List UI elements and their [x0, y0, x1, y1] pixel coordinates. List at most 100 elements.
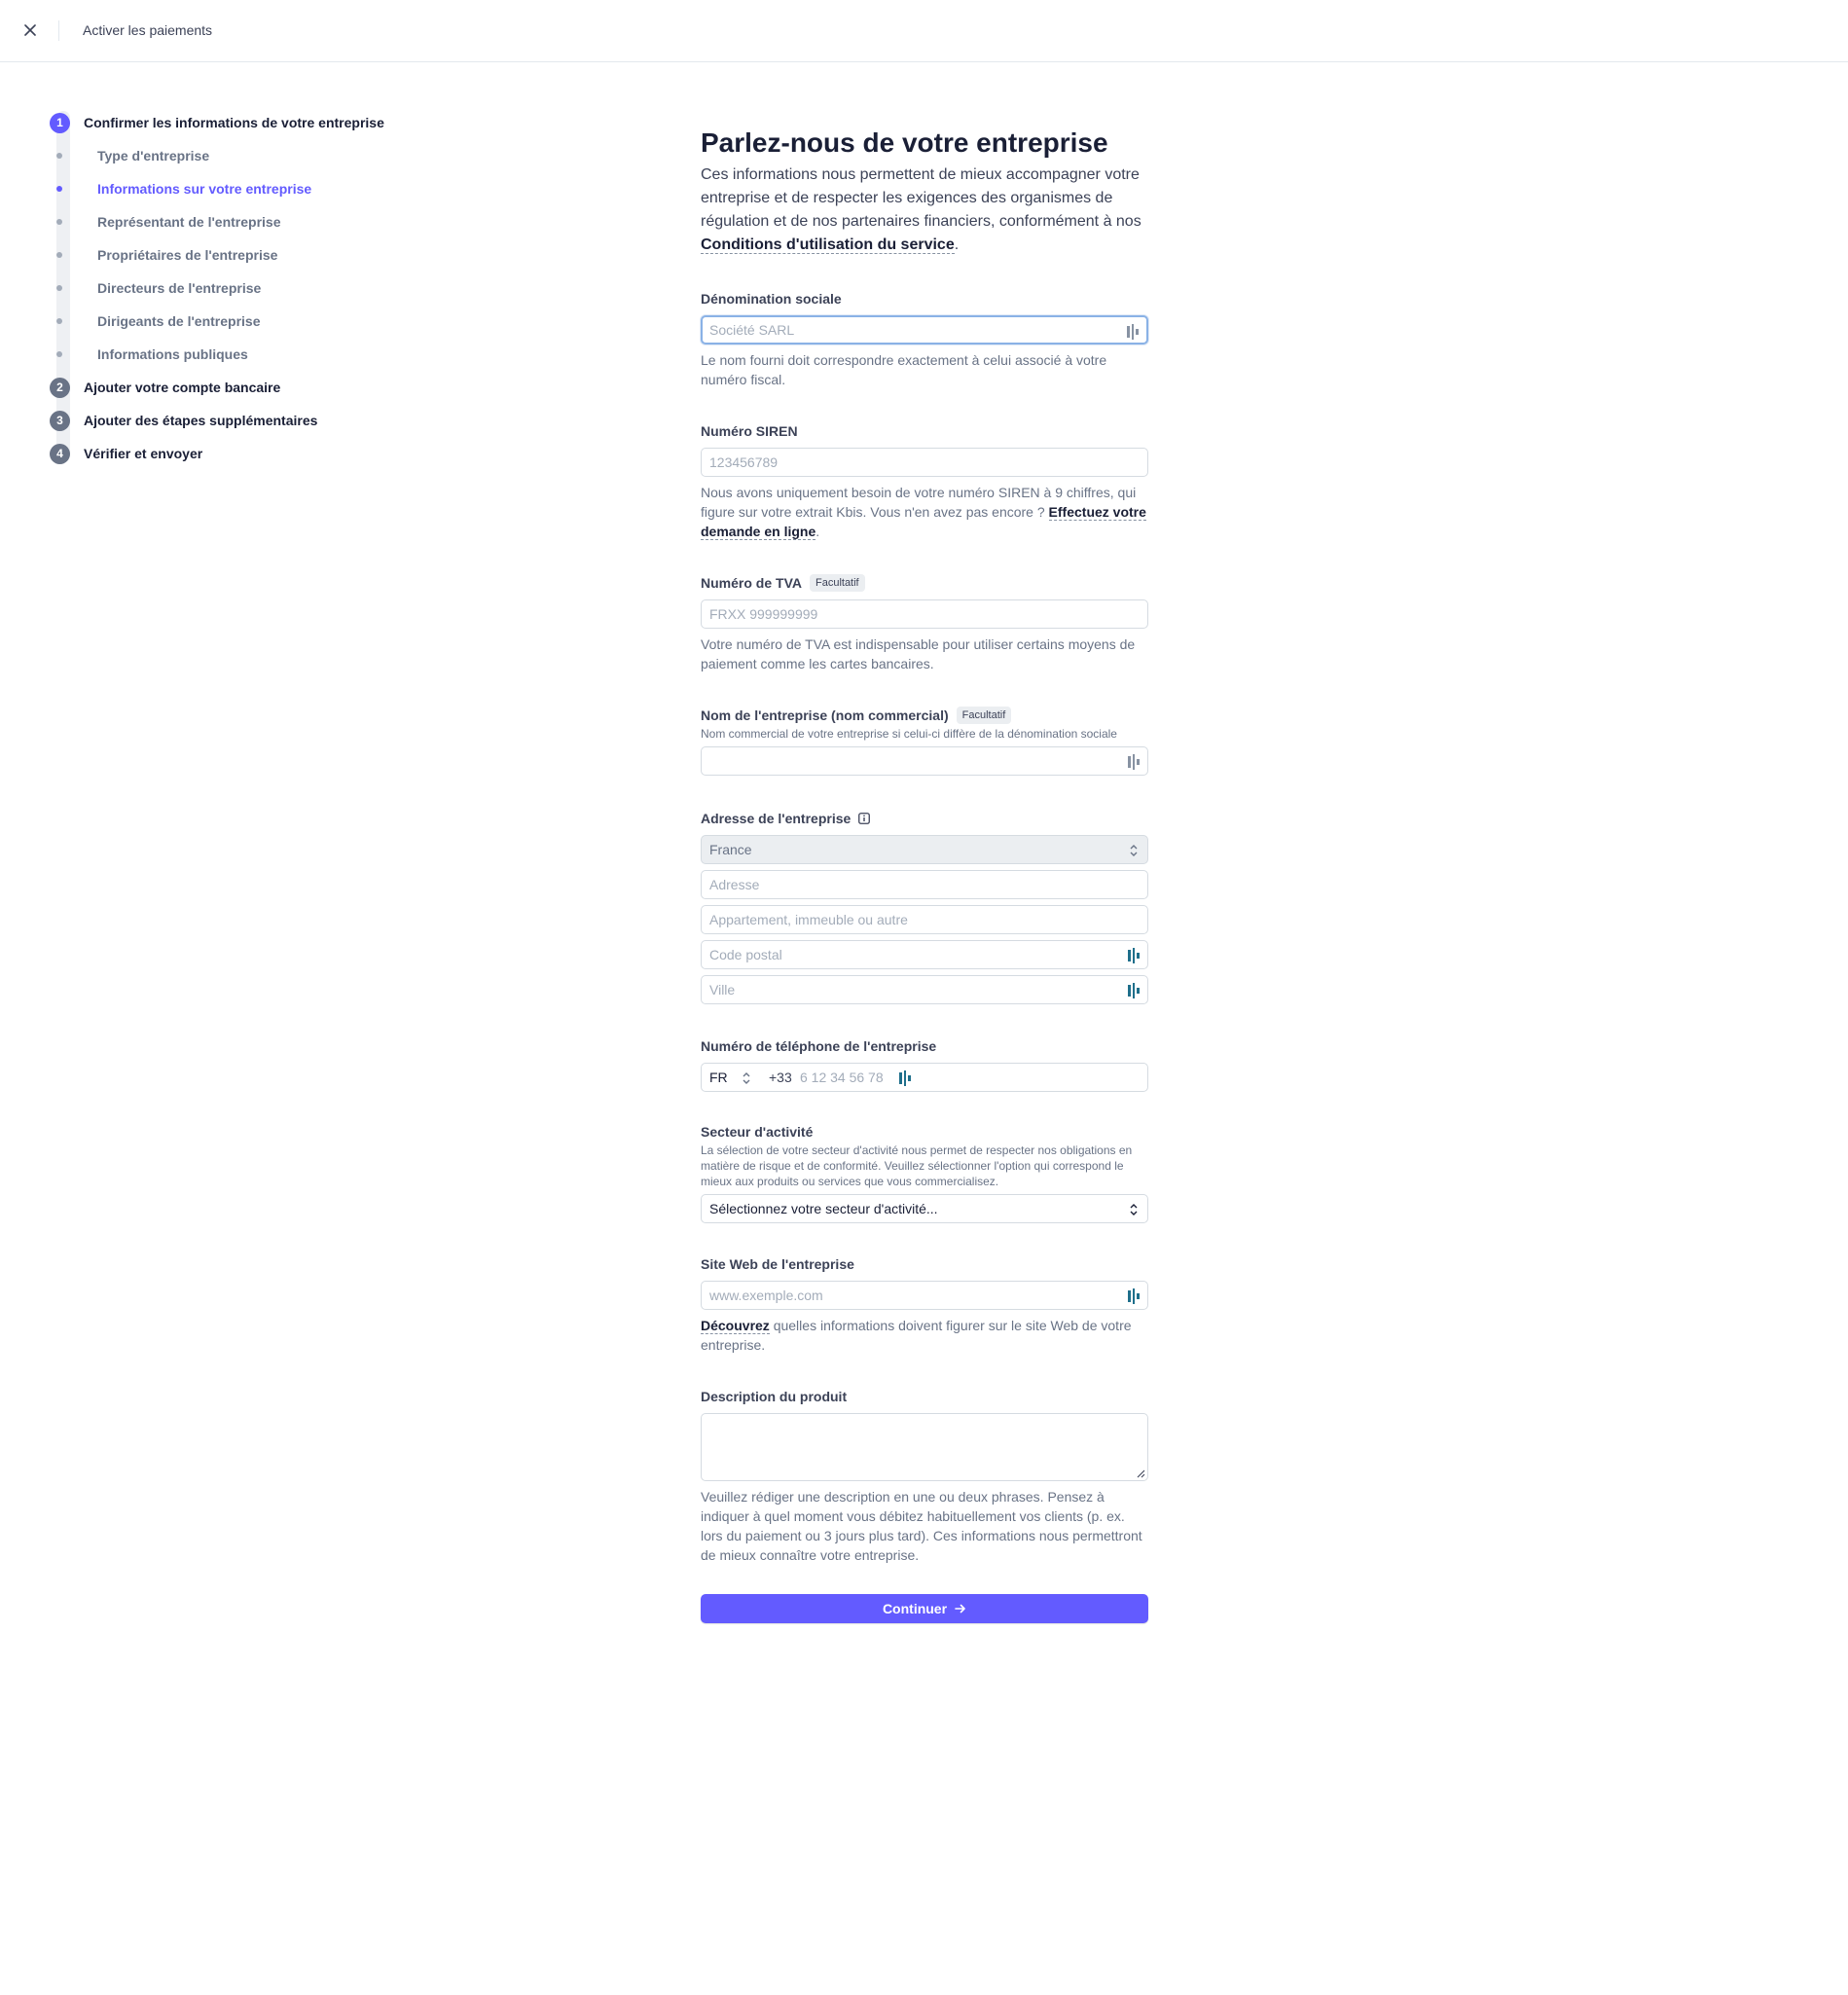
label-text: Numéro de téléphone de l'entreprise: [701, 1038, 937, 1054]
arrow-right-icon: [955, 1604, 965, 1614]
placeholder: 123456789: [709, 454, 779, 470]
siren-input[interactable]: 123456789: [701, 448, 1148, 477]
industry-sublabel: La sélection de votre secteur d'activité…: [701, 1143, 1133, 1188]
vat-help: Votre numéro de TVA est indispensable po…: [701, 636, 1136, 671]
close-icon: [24, 24, 36, 36]
siren-label: Numéro SIREN: [701, 422, 1148, 440]
step-number: 1: [50, 112, 70, 133]
legal-name-field: Dénomination sociale Société SARL Le nom…: [701, 290, 1148, 389]
placeholder: www.exemple.com: [709, 1288, 823, 1303]
page-title: Parlez-nous de votre entreprise: [701, 127, 1108, 158]
terms-link[interactable]: Conditions d'utilisation du service: [701, 236, 955, 254]
trade-name-label: Nom de l'entreprise (nom commercial) Facu…: [701, 707, 1148, 724]
legal-name-help: Le nom fourni doit correspondre exacteme…: [701, 352, 1107, 387]
substep-dot: [56, 285, 62, 291]
trade-name-input[interactable]: [701, 746, 1148, 776]
step-label: Ajouter votre compte bancaire: [84, 380, 281, 395]
website-help: Découvrez quelles informations doivent f…: [701, 1316, 1148, 1355]
info-icon[interactable]: [858, 813, 871, 824]
address-field: Adresse de l'entreprise France Adresse A…: [701, 810, 1148, 1004]
industry-value: Sélectionnez votre secteur d'activité...: [709, 1201, 938, 1216]
password-manager-icon[interactable]: [1128, 948, 1141, 963]
topbar-divider: [58, 20, 59, 41]
label-text: Numéro de TVA: [701, 575, 802, 591]
address-line2-input[interactable]: Appartement, immeuble ou autre: [701, 905, 1148, 934]
substep-label: Type d'entreprise: [97, 148, 210, 163]
substep-dot: [56, 219, 62, 225]
step-number: 4: [50, 443, 70, 464]
trade-name-sublabel: Nom commercial de votre entreprise si ce…: [701, 727, 1117, 741]
placeholder: Ville: [709, 982, 736, 998]
substep-dot: [56, 153, 62, 159]
address-label: Adresse de l'entreprise: [701, 810, 1148, 827]
siren-help: Nous avons uniquement besoin de votre nu…: [701, 483, 1148, 541]
trade-name-field: Nom de l'entreprise (nom commercial) Facu…: [701, 707, 1148, 776]
label-text: Numéro SIREN: [701, 423, 798, 439]
country-code-select[interactable]: FR: [709, 1070, 728, 1085]
address-line1-input[interactable]: Adresse: [701, 870, 1148, 899]
vat-input[interactable]: FRXX 999999999: [701, 599, 1148, 629]
step-label: Confirmer les informations de votre entr…: [84, 115, 384, 130]
placeholder: 6 12 34 56 78: [800, 1070, 884, 1085]
phone-field: Numéro de téléphone de l'entreprise FR +…: [701, 1037, 1148, 1092]
continue-button[interactable]: Continuer: [701, 1594, 1148, 1623]
optional-badge: Facultatif: [956, 707, 1012, 724]
substep-label: Représentant de l'entreprise: [97, 214, 281, 230]
placeholder: Code postal: [709, 947, 782, 962]
website-input[interactable]: www.exemple.com: [701, 1281, 1148, 1310]
close-button[interactable]: [18, 18, 43, 43]
substep-dot: [56, 318, 62, 324]
substep-label: Informations publiques: [97, 346, 248, 362]
label-text: Site Web de l'entreprise: [701, 1256, 854, 1272]
description-textarea[interactable]: [701, 1413, 1148, 1481]
help-end: .: [815, 524, 820, 539]
industry-field: Secteur d'activité La sélection de votre…: [701, 1123, 1148, 1223]
description-label: Description du produit: [701, 1388, 1148, 1405]
chevron-updown-icon: [743, 1072, 750, 1084]
label-text: Dénomination sociale: [701, 291, 842, 307]
chevron-updown-icon: [1130, 1204, 1138, 1215]
phone-input[interactable]: FR +33 6 12 34 56 78: [701, 1063, 1148, 1092]
description-help: Veuillez rédiger une description en une …: [701, 1489, 1142, 1563]
placeholder: Société SARL: [709, 322, 795, 338]
step-label: Vérifier et envoyer: [84, 446, 203, 461]
password-manager-icon[interactable]: [899, 1070, 913, 1086]
industry-select[interactable]: Sélectionnez votre secteur d'activité...: [701, 1194, 1148, 1223]
industry-label: Secteur d'activité: [701, 1123, 1148, 1141]
top-bar: Activer les paiements: [0, 0, 1848, 62]
substep-dot: [56, 351, 62, 357]
label-text: Secteur d'activité: [701, 1124, 814, 1140]
siren-field: Numéro SIREN 123456789 Nous avons unique…: [701, 422, 1148, 541]
postal-code-input[interactable]: Code postal: [701, 940, 1148, 969]
website-label: Site Web de l'entreprise: [701, 1255, 1148, 1273]
password-manager-icon[interactable]: [1128, 1288, 1141, 1304]
country-select[interactable]: France: [701, 835, 1148, 864]
intro-text: Ces informations nous permettent de mieu…: [701, 163, 1148, 257]
step-number: 2: [50, 377, 70, 398]
label-text: Nom de l'entreprise (nom commercial): [701, 707, 949, 723]
placeholder: Adresse: [709, 877, 760, 892]
substep-label: Directeurs de l'entreprise: [97, 280, 262, 296]
continue-label: Continuer: [882, 1601, 948, 1616]
chevron-updown-icon: [1130, 845, 1138, 856]
step-label: Ajouter des étapes supplémentaires: [84, 413, 318, 428]
substep-label: Propriétaires de l'entreprise: [97, 247, 278, 263]
city-input[interactable]: Ville: [701, 975, 1148, 1004]
legal-name-input[interactable]: Société SARL: [701, 315, 1148, 345]
main-form: Parlez-nous de votre entreprise Ces info…: [701, 125, 1148, 1623]
topbar-title: Activer les paiements: [83, 22, 213, 38]
description-field: Description du produit Veuillez rédiger …: [701, 1388, 1148, 1565]
intro-body: Ces informations nous permettent de mieu…: [701, 166, 1141, 230]
password-manager-icon[interactable]: [1128, 754, 1141, 770]
website-learn-link[interactable]: Découvrez: [701, 1318, 770, 1334]
intro-end: .: [954, 236, 960, 253]
website-field: Site Web de l'entreprise www.exemple.com…: [701, 1255, 1148, 1355]
vat-field: Numéro de TVA Facultatif FRXX 999999999 V…: [701, 574, 1148, 673]
substep-label: Informations sur votre entreprise: [97, 181, 312, 197]
substep-label: Dirigeants de l'entreprise: [97, 313, 261, 329]
optional-badge: Facultatif: [809, 574, 865, 592]
resize-handle-icon[interactable]: [1136, 1469, 1145, 1478]
password-manager-icon[interactable]: [1127, 324, 1141, 340]
label-text: Description du produit: [701, 1389, 848, 1404]
password-manager-icon[interactable]: [1128, 983, 1141, 998]
